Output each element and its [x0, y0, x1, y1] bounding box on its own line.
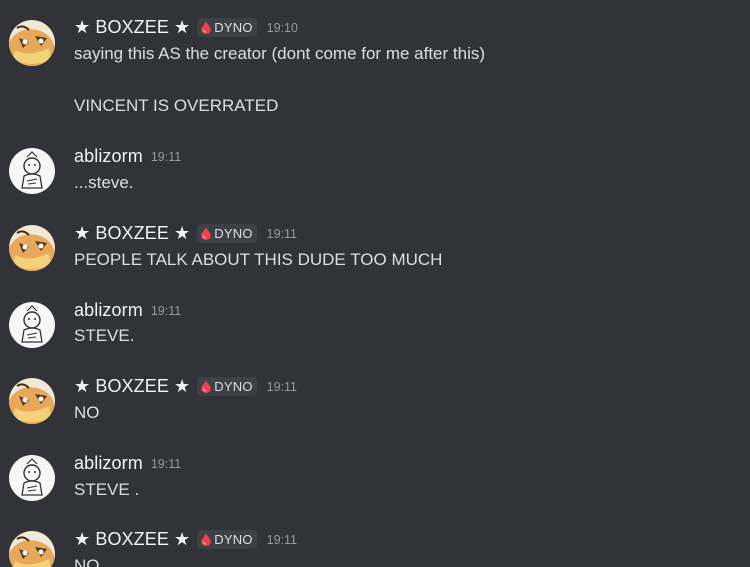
- message-item: ★ BOXZEE ★ DYNO 19:10 saying this AS the…: [0, 15, 750, 125]
- server-tag-label: DYNO: [214, 378, 253, 394]
- username[interactable]: ★ BOXZEE ★: [74, 223, 190, 244]
- username[interactable]: ablizorm: [74, 146, 143, 167]
- message-text: NO: [74, 403, 100, 422]
- message-text: NO: [74, 556, 100, 567]
- message-item: ablizorm 19:11 STEVE.: [0, 298, 750, 358]
- message-item: ablizorm 19:11 ...steve.: [0, 144, 750, 204]
- red-droplet-icon: [200, 380, 212, 393]
- server-tag-label: DYNO: [214, 19, 253, 35]
- username[interactable]: ablizorm: [74, 453, 143, 474]
- server-tag[interactable]: DYNO: [197, 376, 257, 396]
- message-text: STEVE.: [74, 326, 135, 345]
- boxzee-avatar[interactable]: [9, 225, 55, 271]
- message-header: ★ BOXZEE ★ DYNO 19:11: [74, 527, 297, 551]
- username[interactable]: ★ BOXZEE ★: [74, 376, 190, 397]
- boxzee-avatar[interactable]: [9, 20, 55, 66]
- server-tag[interactable]: DYNO: [197, 529, 257, 549]
- username[interactable]: ★ BOXZEE ★: [74, 17, 190, 38]
- chat-message-list[interactable]: ★ BOXZEE ★ DYNO 19:10 saying this AS the…: [0, 0, 750, 567]
- orange-cartoon-face-icon: [9, 20, 55, 66]
- timestamp[interactable]: 19:11: [151, 304, 181, 318]
- message-header: ablizorm 19:11: [74, 144, 181, 168]
- timestamp[interactable]: 19:10: [267, 21, 298, 35]
- sketch-character-icon: [9, 455, 55, 501]
- red-droplet-icon: [200, 21, 212, 34]
- timestamp[interactable]: 19:11: [151, 150, 181, 164]
- message-item: ablizorm 19:11 STEVE .: [0, 451, 750, 511]
- red-droplet-icon: [200, 533, 212, 546]
- message-text: VINCENT IS OVERRATED: [74, 96, 279, 115]
- message-text: STEVE .: [74, 480, 140, 499]
- ablizorm-avatar[interactable]: [9, 148, 55, 194]
- message-item: ★ BOXZEE ★ DYNO 19:11 NO: [0, 527, 750, 567]
- message-header: ablizorm 19:11: [74, 298, 181, 322]
- red-droplet-icon: [200, 227, 212, 240]
- message-text: PEOPLE TALK ABOUT THIS DUDE TOO MUCH: [74, 250, 443, 269]
- ablizorm-avatar[interactable]: [9, 302, 55, 348]
- timestamp[interactable]: 19:11: [267, 227, 297, 241]
- message-header: ★ BOXZEE ★ DYNO 19:10: [74, 15, 298, 39]
- orange-cartoon-face-icon: [9, 378, 55, 424]
- server-tag[interactable]: DYNO: [197, 17, 257, 37]
- server-tag[interactable]: DYNO: [197, 223, 257, 243]
- message-item: ★ BOXZEE ★ DYNO 19:11 NO: [0, 374, 750, 434]
- timestamp[interactable]: 19:11: [267, 380, 297, 394]
- message-item: ★ BOXZEE ★ DYNO 19:11 PEOPLE TALK ABOUT …: [0, 221, 750, 281]
- sketch-character-icon: [9, 148, 55, 194]
- message-text: saying this AS the creator (dont come fo…: [74, 44, 486, 63]
- ablizorm-avatar[interactable]: [9, 455, 55, 501]
- timestamp[interactable]: 19:11: [267, 533, 297, 547]
- server-tag-label: DYNO: [214, 225, 253, 241]
- message-header: ablizorm 19:11: [74, 451, 181, 475]
- message-header: ★ BOXZEE ★ DYNO 19:11: [74, 221, 297, 245]
- sketch-character-icon: [9, 302, 55, 348]
- message-text: ...steve.: [74, 173, 134, 192]
- orange-cartoon-face-icon: [9, 225, 55, 271]
- username[interactable]: ★ BOXZEE ★: [74, 529, 190, 550]
- timestamp[interactable]: 19:11: [151, 457, 181, 471]
- boxzee-avatar[interactable]: [9, 531, 55, 567]
- boxzee-avatar[interactable]: [9, 378, 55, 424]
- username[interactable]: ablizorm: [74, 300, 143, 321]
- orange-cartoon-face-icon: [9, 531, 55, 567]
- message-header: ★ BOXZEE ★ DYNO 19:11: [74, 374, 297, 398]
- server-tag-label: DYNO: [214, 531, 253, 547]
